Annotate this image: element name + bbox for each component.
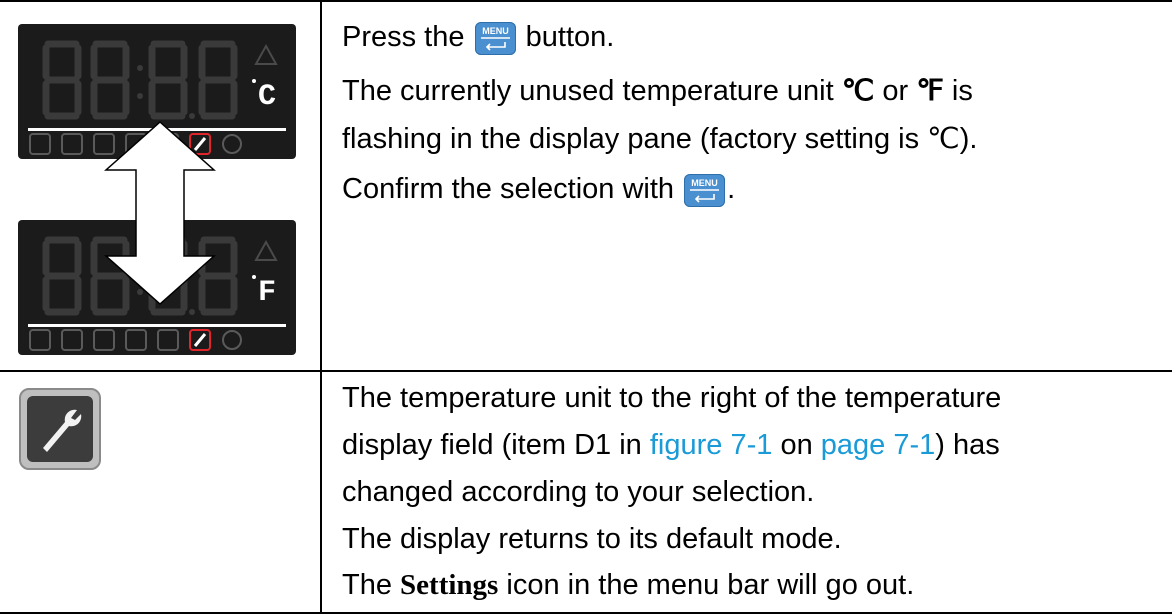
double-arrow-icon — [104, 120, 216, 306]
step1-line3: flashing in the display pane (factory se… — [342, 123, 978, 155]
text-segment: display field (item D1 in — [342, 429, 642, 461]
step2-line3: changed according to your selection. — [342, 476, 815, 508]
menu-button-icon: MENU — [474, 21, 516, 55]
step2-line2: display field (item D1 in figure 7-1 on … — [342, 422, 1000, 468]
table-top-rule — [0, 0, 1172, 2]
step1-line4: Confirm the selection with MENU . — [342, 166, 735, 212]
step1-line1: Press the MENU button. — [342, 14, 614, 60]
warning-icon — [254, 43, 278, 65]
text-segment: The — [342, 569, 392, 601]
unit-glyph-top: C — [258, 80, 276, 114]
wrench-icon — [19, 388, 101, 470]
unit-fahrenheit: ℉ — [916, 75, 944, 107]
svg-text:MENU: MENU — [482, 26, 509, 36]
text-segment: is — [951, 75, 973, 107]
text-segment: or — [882, 75, 909, 107]
step2-line1: The temperature unit to the right of the… — [342, 382, 1002, 414]
svg-text:MENU: MENU — [691, 178, 718, 188]
text-segment: Confirm the selection with — [342, 173, 675, 205]
menu-button-icon: MENU — [684, 173, 726, 207]
text-segment: Press the — [342, 21, 465, 53]
seven-segment-digits — [42, 40, 238, 120]
text-segment: button. — [525, 21, 615, 53]
step2-line4: The display returns to its default mode. — [342, 523, 842, 555]
table-mid-rule — [0, 370, 1172, 372]
text-segment: on — [780, 429, 813, 461]
unit-celsius: ℃ — [841, 75, 875, 107]
text-segment: The currently unused temperature unit — [342, 75, 834, 107]
page-link[interactable]: page 7-1 — [821, 429, 936, 461]
figure-link[interactable]: figure 7-1 — [650, 429, 773, 461]
unit-glyph-bottom: F — [258, 276, 276, 310]
text-segment: ) has — [935, 429, 1000, 461]
step2-line5: The Settings icon in the menu bar will g… — [342, 562, 914, 608]
settings-term: Settings — [400, 569, 499, 601]
table-column-divider — [320, 0, 322, 614]
menu-bar-icons-bottom — [29, 329, 242, 351]
text-segment: icon in the menu bar will go out. — [506, 569, 915, 601]
step1-line2: The currently unused temperature unit ℃ … — [342, 68, 973, 114]
warning-icon — [254, 239, 278, 261]
text-segment: . — [727, 173, 736, 205]
